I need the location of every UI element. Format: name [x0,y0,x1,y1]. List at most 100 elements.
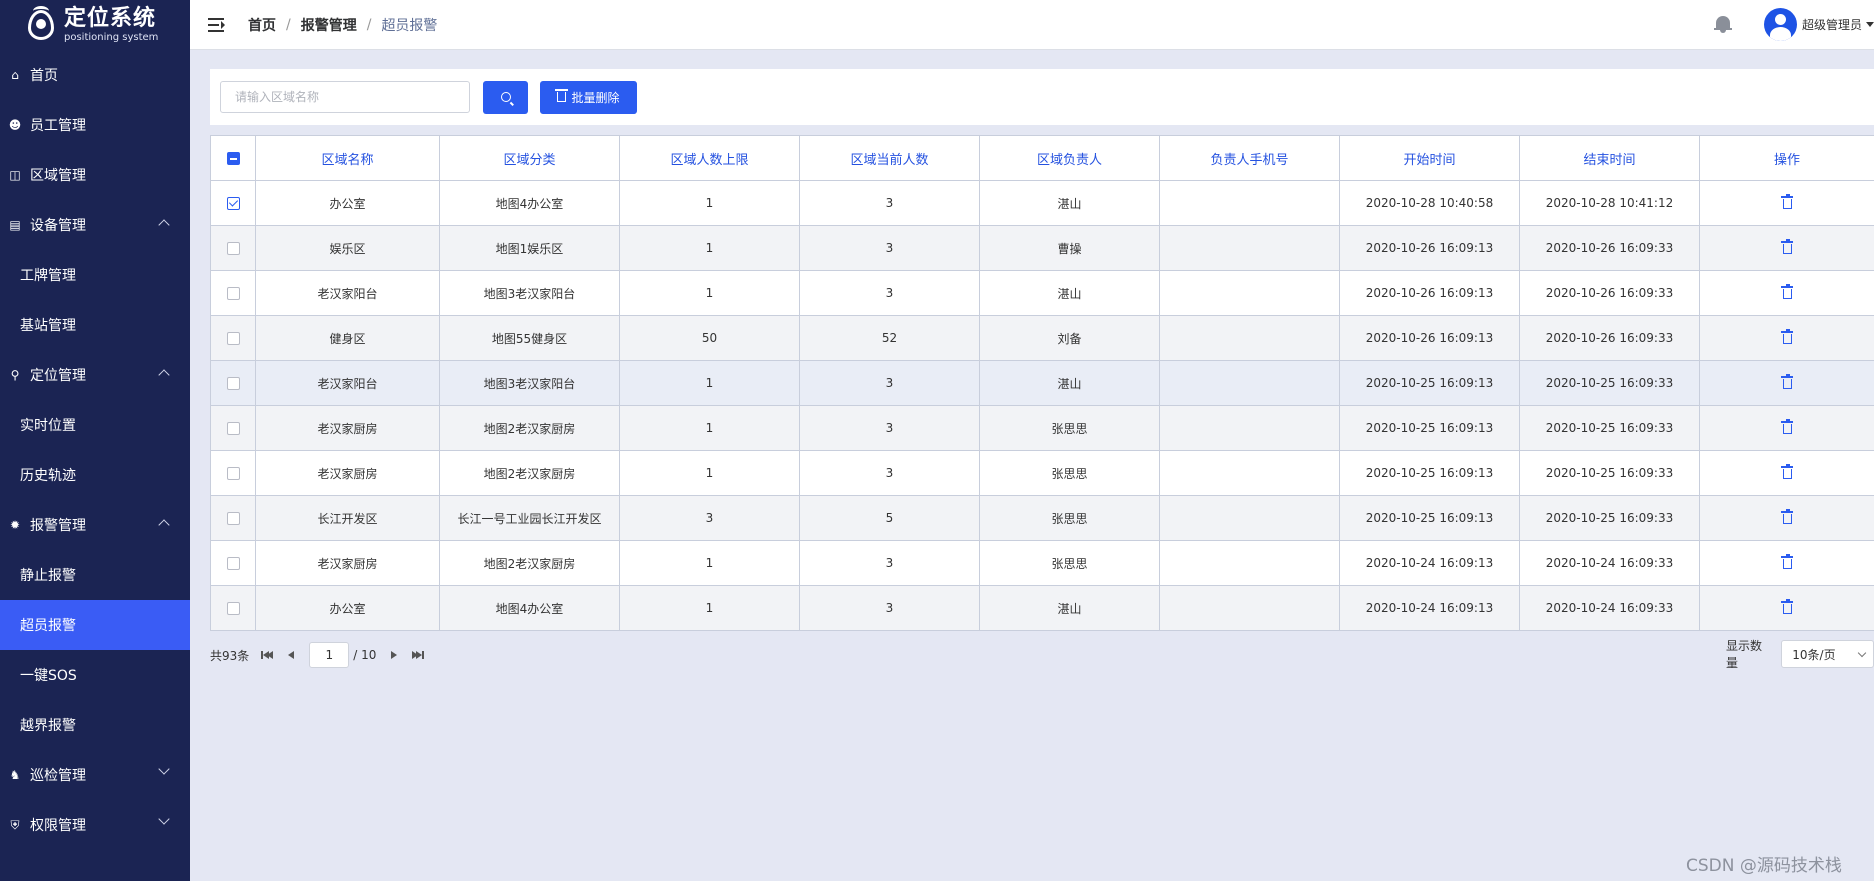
table-cell: 地图3老汉家阳台 [439,270,620,316]
sidebar-item-label: 设备管理 [30,218,86,234]
breadcrumb: 首页 / 报警管理 / 超员报警 [248,15,437,35]
caret-down-icon [1866,22,1874,27]
table-row[interactable]: 老汉家厨房 地图2老汉家厨房 1 3 张思思 2020-10-25 16:09:13 202… [210,405,1874,451]
delete-row-icon[interactable] [1780,238,1793,254]
chevron-up-icon [158,369,170,381]
row-actions-cell [1699,315,1874,361]
table-cell: 长江一号工业园长江开发区 [439,495,620,541]
table-row[interactable]: 办公室 地图4办公室 1 3 湛山 2020-10-28 10:40:58 2020-10-… [210,180,1874,226]
user-menu[interactable]: 超级管理员 [1764,8,1874,41]
table-cell: 湛山 [979,360,1160,406]
row-checkbox[interactable] [226,512,240,525]
row-checkbox[interactable] [226,422,240,435]
table-cell: 地图2老汉家厨房 [439,405,620,451]
table-cell: 3 [799,225,980,271]
sidebar-item-area[interactable]: ◫ 区域管理 [0,150,190,200]
bell-icon[interactable] [1714,14,1732,34]
delete-row-icon[interactable] [1780,463,1793,479]
delete-row-icon[interactable] [1780,328,1793,344]
last-page-icon[interactable] [412,649,424,661]
row-checkbox[interactable] [226,197,240,210]
sidebar-item-staff[interactable]: ☻ 员工管理 [0,100,190,150]
row-checkbox[interactable] [226,467,240,480]
menu-toggle-icon[interactable] [208,17,226,32]
table-cell: 3 [799,585,980,631]
search-input[interactable] [220,81,470,113]
breadcrumb-home[interactable]: 首页 [248,15,276,35]
page-size-select[interactable]: 10条/页 [1781,640,1874,668]
total-pages: / 10 [353,648,377,662]
sidebar-item-alarm[interactable]: ✹ 报警管理 [0,500,190,550]
row-checkbox[interactable] [226,602,240,615]
sidebar-subitem-badge[interactable]: 工牌管理 [0,250,190,300]
row-select-cell [210,315,256,361]
table-cell: 刘备 [979,315,1160,361]
row-checkbox[interactable] [226,557,240,570]
next-page-icon[interactable] [388,649,400,661]
breadcrumb-alarm[interactable]: 报警管理 [301,15,357,35]
sidebar-subitem-boundary-alarm[interactable]: 越界报警 [0,700,190,750]
row-checkbox[interactable] [226,377,240,390]
table-row[interactable]: 老汉家阳台 地图3老汉家阳台 1 3 湛山 2020-10-26 16:09:13 2020… [210,270,1874,316]
table-cell: 老汉家厨房 [255,540,440,586]
row-select-cell [210,585,256,631]
brand-subtitle: positioning system [64,31,159,43]
row-checkbox[interactable] [226,287,240,300]
search-button[interactable] [483,80,528,114]
delete-row-icon[interactable] [1780,373,1793,389]
patrol-icon: ♞ [9,768,21,782]
sidebar-item-location[interactable]: ⚲ 定位管理 [0,350,190,400]
table-cell: 湛山 [979,180,1160,226]
table-cell: 2020-10-25 16:09:33 [1519,405,1700,451]
sidebar-subitem-realtime[interactable]: 实时位置 [0,400,190,450]
table-row[interactable]: 娱乐区 地图1娱乐区 1 3 曹操 2020-10-26 16:09:13 2020-10-… [210,225,1874,271]
table-row[interactable]: 老汉家厨房 地图2老汉家厨房 1 3 张思思 2020-10-25 16:09:13 202… [210,450,1874,496]
delete-row-icon[interactable] [1780,283,1793,299]
table-cell [1159,405,1340,451]
avatar [1764,8,1797,41]
sidebar-subitem-sos[interactable]: 一键SOS [0,650,190,700]
pagination: 共93条 / 10 [210,642,424,668]
delete-row-icon[interactable] [1780,193,1793,209]
table-row[interactable]: 健身区 地图55健身区 50 52 刘备 2020-10-26 16:09:13 2020-… [210,315,1874,361]
row-checkbox[interactable] [226,332,240,345]
table-cell: 2020-10-25 16:09:13 [1339,405,1520,451]
row-select-cell [210,450,256,496]
row-checkbox[interactable] [226,242,240,255]
table-row[interactable]: 老汉家厨房 地图2老汉家厨房 1 3 张思思 2020-10-24 16:09:13 202… [210,540,1874,586]
select-all-checkbox[interactable] [226,151,240,165]
table-row[interactable]: 老汉家阳台 地图3老汉家阳台 1 3 湛山 2020-10-25 16:09:13 2020… [210,360,1874,406]
delete-row-icon[interactable] [1780,553,1793,569]
table-cell: 2020-10-25 16:09:13 [1339,450,1520,496]
sidebar-item-label: 报警管理 [30,518,86,534]
prev-page-icon[interactable] [285,649,297,661]
sidebar-subitem-overcrowd-alarm[interactable]: 超员报警 [0,600,190,650]
column-header: 区域名称 [255,135,440,181]
delete-row-icon[interactable] [1780,418,1793,434]
breadcrumb-separator: / [366,16,372,33]
delete-row-icon[interactable] [1780,508,1793,524]
sidebar-item-patrol[interactable]: ♞ 巡检管理 [0,750,190,800]
sidebar-subitem-basestation[interactable]: 基站管理 [0,300,190,350]
first-page-icon[interactable] [261,649,274,661]
batch-delete-label: 批量删除 [571,90,620,105]
page-number-input[interactable] [309,642,350,668]
sidebar-item-home[interactable]: ⌂ 首页 [0,50,190,100]
sidebar-item-label: 巡检管理 [30,768,86,784]
users-icon: ☻ [8,118,22,132]
sidebar-item-permission[interactable]: ⛨ 权限管理 [0,800,190,850]
table-row[interactable]: 办公室 地图4办公室 1 3 湛山 2020-10-24 16:09:13 2020-10-… [210,585,1874,631]
sidebar-item-device[interactable]: ▤ 设备管理 [0,200,190,250]
batch-delete-button[interactable]: 批量删除 [540,80,637,114]
table-cell: 2020-10-24 16:09:13 [1339,540,1520,586]
sidebar-subitem-history[interactable]: 历史轨迹 [0,450,190,500]
page-size-label: 显示数量 [1726,639,1763,670]
table-cell: 1 [619,225,800,271]
page-size-value: 10条/页 [1792,647,1836,662]
chevron-down-icon [158,813,170,825]
sidebar-menu: ⌂ 首页 ☻ 员工管理 ◫ 区域管理 ▤ 设备管理 工牌管理 基站管理 ⚲ 定位… [0,50,190,850]
breadcrumb-current: 超员报警 [381,17,438,34]
delete-row-icon[interactable] [1780,598,1793,614]
table-row[interactable]: 长江开发区 长江一号工业园长江开发区 3 5 张思思 2020-10-25 16:09:1… [210,495,1874,541]
sidebar-subitem-static-alarm[interactable]: 静止报警 [0,550,190,600]
